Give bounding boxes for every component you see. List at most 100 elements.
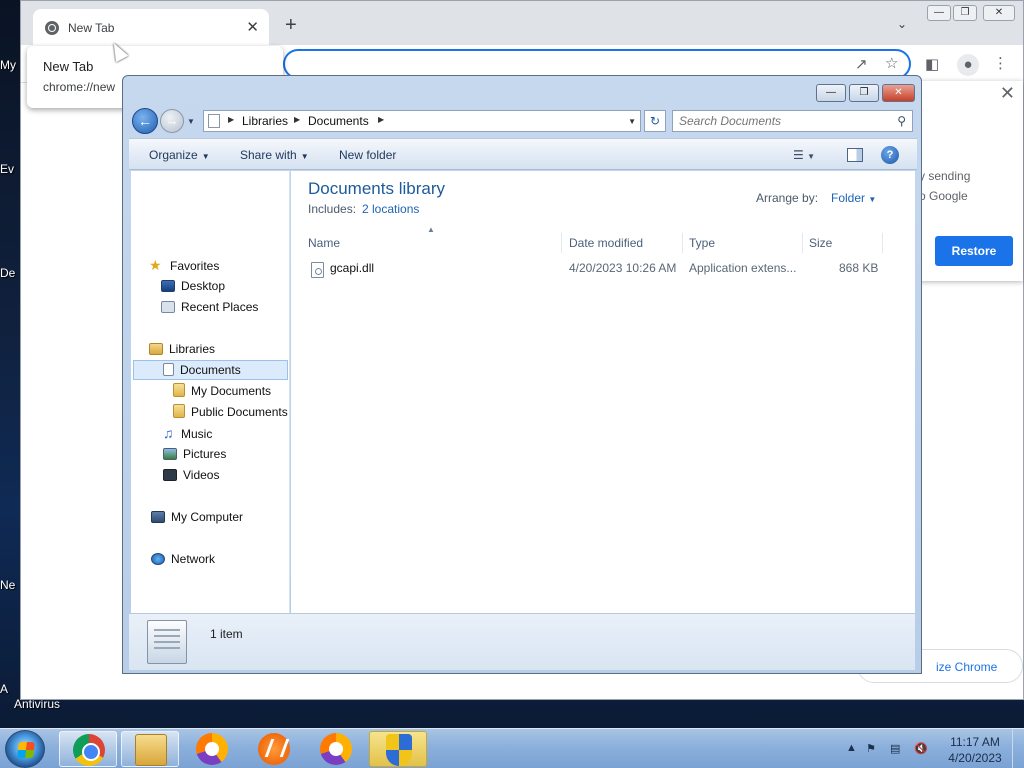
nav-item-favorites[interactable]: ★ Favorites (149, 255, 219, 275)
desktop-icon-my[interactable]: My (0, 58, 20, 72)
address-bar[interactable]: ▶ Libraries ▶ Documents ▶ ▼ (203, 110, 641, 132)
videos-icon (163, 469, 177, 481)
hover-card-title: New Tab (43, 59, 94, 74)
content-pane: Documents library Includes: 2 locations … (291, 171, 915, 613)
side-panel-icon[interactable]: ◧ (925, 55, 939, 73)
explorer-close-button[interactable]: ✕ (882, 84, 915, 102)
explorer-maximize-button[interactable]: ❐ (849, 84, 879, 102)
start-button[interactable] (5, 730, 45, 768)
library-locations-link[interactable]: 2 locations (362, 202, 419, 216)
profile-avatar-icon[interactable]: ● (957, 54, 979, 76)
breadcrumb-separator-icon[interactable]: ▶ (378, 115, 384, 124)
chrome-maximize-button[interactable]: ❐ (953, 5, 977, 21)
chrome-favicon-icon (45, 21, 59, 35)
taskbar: ▲ ⚑ ▤ 🔇 11:17 AM 4/20/2023 (0, 728, 1024, 768)
breadcrumb-documents[interactable]: Documents (308, 114, 369, 128)
explorer-command-bar: Organize ▼ Share with ▼ New folder ☰ ▼ ? (129, 138, 917, 170)
preview-pane-button[interactable] (847, 148, 863, 162)
forward-button[interactable]: → (160, 109, 184, 133)
taskbar-avast-browser-2-button[interactable] (307, 731, 365, 767)
action-center-flag-icon[interactable]: ⚑ (866, 742, 876, 755)
library-title: Documents library (308, 179, 445, 198)
nav-label: Favorites (170, 259, 220, 273)
taskbar-explorer-button[interactable] (121, 731, 179, 767)
new-folder-button[interactable]: New folder (339, 148, 396, 162)
tab-close-icon[interactable]: ✕ (246, 18, 259, 36)
taskbar-chrome-button[interactable] (59, 731, 117, 767)
search-input[interactable] (679, 113, 879, 129)
desktop-icon-ev[interactable]: Ev (0, 162, 20, 176)
tab-search-chevron-icon[interactable]: ⌄ (897, 17, 907, 31)
chrome-menu-icon[interactable]: ⋮ (993, 54, 1008, 72)
share-icon[interactable]: ↗ (855, 55, 868, 73)
nav-item-public-documents[interactable]: Public Documents (173, 402, 288, 422)
share-with-button[interactable]: Share with ▼ (240, 148, 309, 162)
chrome-tab-new-tab[interactable]: New Tab ✕ (33, 9, 269, 45)
nav-item-my-documents[interactable]: My Documents (173, 381, 271, 401)
avast-antivirus-icon (258, 733, 290, 765)
explorer-titlebar[interactable]: — ❐ ✕ (123, 76, 921, 106)
nav-label: My Documents (191, 384, 272, 398)
documents-library-icon (147, 620, 187, 664)
volume-muted-icon[interactable]: 🔇 (914, 742, 928, 755)
nav-item-recent-places[interactable]: Recent Places (161, 297, 258, 317)
chrome-tab-title: New Tab (68, 21, 115, 35)
bookmark-star-icon[interactable]: ☆ (885, 54, 898, 72)
folder-icon (135, 734, 167, 766)
explorer-minimize-button[interactable]: — (816, 84, 846, 102)
desktop-icon-a[interactable]: A (0, 682, 20, 696)
chevron-down-icon: ▼ (807, 152, 816, 161)
search-icon[interactable]: ⚲ (897, 114, 906, 128)
desktop-icon-de[interactable]: De (0, 266, 20, 280)
search-box[interactable]: ⚲ (672, 110, 913, 132)
breadcrumb-libraries[interactable]: Libraries (242, 114, 288, 128)
organize-button[interactable]: Organize ▼ (149, 148, 210, 162)
change-view-button[interactable]: ☰ ▼ (793, 148, 815, 162)
column-header-date-modified[interactable]: Date modified (565, 233, 683, 253)
taskbar-avast-antivirus-button[interactable] (245, 731, 303, 767)
libraries-icon (149, 343, 163, 355)
system-tray: ▲ ⚑ ▤ 🔇 11:17 AM 4/20/2023 (840, 729, 1024, 768)
clock-time[interactable]: 11:17 AM (948, 735, 1002, 749)
taskbar-avast-secure-browser-button[interactable] (183, 731, 241, 767)
column-header-size[interactable]: Size (805, 233, 883, 253)
nav-item-network[interactable]: Network (151, 549, 215, 569)
desktop-icon (161, 280, 175, 292)
nav-item-desktop[interactable]: Desktop (161, 276, 225, 296)
taskbar-security-shield-button[interactable] (369, 731, 427, 767)
restore-panel-text-1: y sending (919, 169, 971, 183)
nav-item-pictures[interactable]: Pictures (163, 444, 226, 464)
nav-item-documents[interactable]: Documents (163, 360, 241, 380)
desktop-icon-ne[interactable]: Ne (0, 578, 20, 592)
refresh-button[interactable]: ↻ (644, 110, 666, 132)
nav-item-libraries[interactable]: Libraries (149, 339, 215, 359)
nav-item-videos[interactable]: Videos (163, 465, 219, 485)
back-button[interactable]: ← (132, 108, 158, 134)
show-desktop-button[interactable] (1012, 729, 1024, 768)
chrome-minimize-button[interactable]: — (927, 5, 951, 21)
column-header-name[interactable]: Name (304, 233, 562, 253)
help-icon[interactable]: ? (881, 146, 899, 164)
nav-item-music[interactable]: ♫ Music (163, 423, 212, 443)
arrange-by-dropdown[interactable]: Folder ▼ (831, 191, 876, 205)
chrome-close-button[interactable]: ✕ (983, 5, 1015, 21)
address-dropdown-icon[interactable]: ▼ (628, 117, 636, 126)
arrange-by-label: Arrange by: (756, 191, 819, 205)
new-tab-button[interactable]: + (285, 15, 297, 35)
breadcrumb-separator-icon[interactable]: ▶ (294, 115, 300, 124)
recent-pages-chevron-icon[interactable]: ▼ (187, 117, 195, 126)
nav-label: Network (171, 552, 216, 566)
nav-label: Libraries (169, 342, 216, 356)
column-header-type[interactable]: Type (685, 233, 803, 253)
breadcrumb-separator-icon[interactable]: ▶ (228, 115, 234, 124)
show-hidden-icons-chevron-icon[interactable]: ▲ (846, 742, 857, 754)
restore-button[interactable]: Restore (935, 236, 1013, 266)
network-tray-icon[interactable]: ▤ (890, 742, 900, 755)
nav-label: Videos (183, 468, 220, 482)
security-shield-icon (386, 734, 412, 766)
nav-item-my-computer[interactable]: My Computer (151, 507, 243, 527)
file-name: gcapi.dll (330, 261, 375, 275)
restore-panel-close-icon[interactable]: ✕ (1000, 83, 1015, 104)
customize-chrome-label: ize Chrome (936, 660, 998, 674)
clock-date[interactable]: 4/20/2023 (944, 751, 1006, 765)
